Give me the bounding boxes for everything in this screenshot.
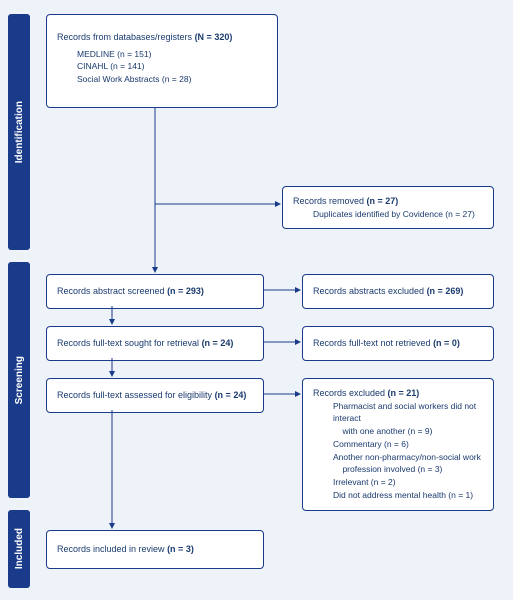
list-item: with one another (n = 9) — [333, 425, 483, 438]
n: (n = 269) — [427, 286, 464, 296]
list-item: Another non-pharmacy/non-social work — [333, 451, 483, 464]
box-records-excluded: Records excluded (n = 21) Pharmacist and… — [302, 378, 494, 511]
box-included: Records included in review (n = 3) — [46, 530, 264, 569]
box-sources: Records from databases/registers (N = 32… — [46, 14, 278, 108]
n: (n = 24) — [215, 390, 247, 400]
stage-screening: Screening — [8, 262, 30, 498]
n: (n = 3) — [167, 544, 194, 554]
n: (n = 24) — [202, 338, 234, 348]
title-text: Records removed — [293, 196, 367, 206]
box-abstract-screened: Records abstract screened (n = 293) — [46, 274, 264, 309]
n: (n = 293) — [167, 286, 204, 296]
text: Records full-text sought for retrieval — [57, 338, 202, 348]
title-n: (N = 320) — [195, 32, 233, 42]
box-title: Records excluded (n = 21) — [313, 387, 483, 400]
title-n: (n = 27) — [367, 196, 399, 206]
stage-label: Included — [14, 528, 25, 569]
text: Records full-text not retrieved — [313, 338, 433, 348]
text: Records abstract screened — [57, 286, 167, 296]
title-text: Records from databases/registers — [57, 32, 195, 42]
title-text: Records excluded — [313, 388, 388, 398]
list-item: CINAHL (n = 141) — [77, 60, 267, 73]
stage-label: Screening — [14, 356, 25, 404]
box-title: Records removed (n = 27) — [293, 195, 483, 208]
list-item: Irrelevant (n = 2) — [333, 476, 483, 489]
list-item: Pharmacist and social workers did not in… — [333, 400, 483, 426]
text: Records full-text assessed for eligibili… — [57, 390, 215, 400]
box-abstract-excluded: Records abstracts excluded (n = 269) — [302, 274, 494, 309]
list-item: Commentary (n = 6) — [333, 438, 483, 451]
box-title: Records from databases/registers (N = 32… — [57, 31, 267, 44]
list-item: Social Work Abstracts (n = 28) — [77, 73, 267, 86]
box-records-removed: Records removed (n = 27) Duplicates iden… — [282, 186, 494, 229]
title-n: (n = 21) — [388, 388, 420, 398]
box-fulltext-assessed: Records full-text assessed for eligibili… — [46, 378, 264, 413]
stage-included: Included — [8, 510, 30, 588]
stage-identification: Identification — [8, 14, 30, 250]
box-fulltext-sought: Records full-text sought for retrieval (… — [46, 326, 264, 361]
list-item: MEDLINE (n = 151) — [77, 48, 267, 61]
list-item: Did not address mental health (n = 1) — [333, 489, 483, 502]
stage-label: Identification — [14, 101, 25, 163]
text: Records abstracts excluded — [313, 286, 427, 296]
list-item: profession involved (n = 3) — [333, 463, 483, 476]
box-fulltext-not-retrieved: Records full-text not retrieved (n = 0) — [302, 326, 494, 361]
n: (n = 0) — [433, 338, 460, 348]
list-item: Duplicates identified by Covidence (n = … — [313, 208, 483, 221]
text: Records included in review — [57, 544, 167, 554]
